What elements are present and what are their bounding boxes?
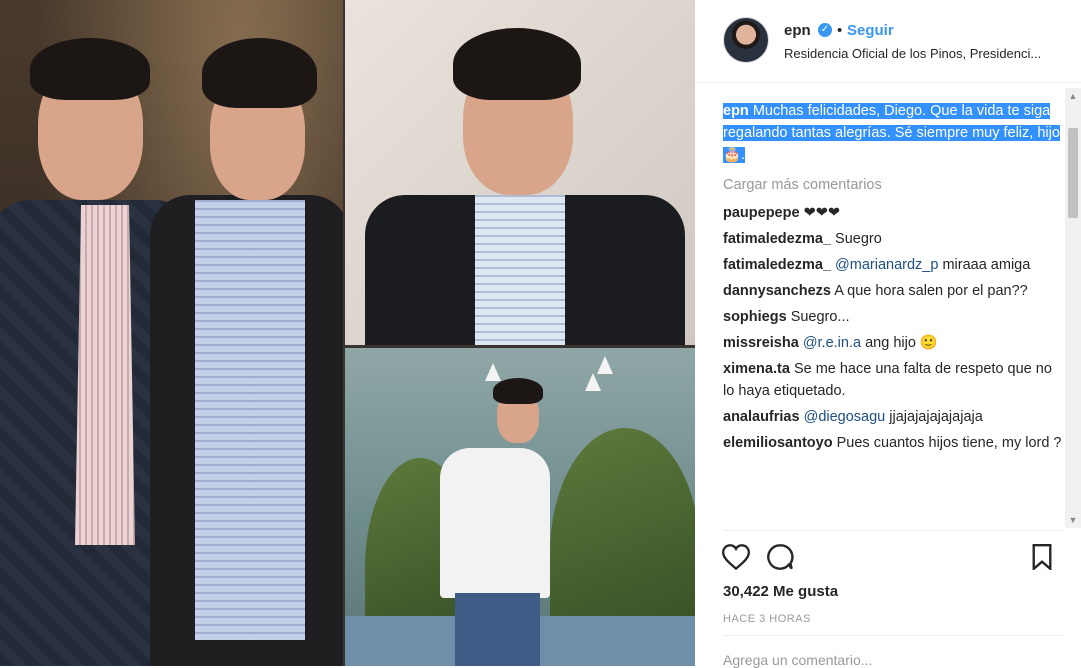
post-image[interactable] xyxy=(0,0,695,666)
comment-item: analaufrias @diegosagu jjajajajajajajaja xyxy=(723,406,1063,428)
post-location[interactable]: Residencia Oficial de los Pinos, Preside… xyxy=(784,46,1059,61)
comment-item: paupepepe ❤❤❤ xyxy=(723,202,1063,224)
separator-dot: • xyxy=(837,22,843,39)
comment-text: ang hijo 🙂 xyxy=(865,335,938,351)
photo-father-and-son xyxy=(0,0,343,666)
comment-username[interactable]: sophiegs xyxy=(723,309,787,325)
comments-scrollbar[interactable]: ▲ ▼ xyxy=(1065,88,1081,528)
comment-text: ❤❤❤ xyxy=(803,205,841,221)
comment-text: Suegro xyxy=(835,231,882,247)
verified-badge-icon: ✓ xyxy=(818,23,832,37)
scroll-down-arrow-icon[interactable]: ▼ xyxy=(1065,512,1081,528)
comment-text: Pues cuantos hijos tiene, my lord ? xyxy=(836,435,1062,451)
post-header: epn ✓ • Seguir Residencia Oficial de los… xyxy=(695,0,1081,83)
scroll-up-arrow-icon[interactable]: ▲ xyxy=(1065,88,1081,104)
comment-username[interactable]: analaufrias xyxy=(723,409,800,425)
photo-portrait xyxy=(345,0,695,345)
comment-username[interactable]: fatimaledezma_ xyxy=(723,257,831,273)
comment-mention[interactable]: @diegosagu xyxy=(804,409,886,425)
comment-item: ximena.ta Se me hace una falta de respet… xyxy=(723,358,1063,402)
person-right xyxy=(150,0,343,666)
comment-item: sophiegs Suegro... xyxy=(723,306,1063,328)
comment-bubble-icon[interactable] xyxy=(765,542,795,572)
like-heart-icon[interactable] xyxy=(721,542,751,572)
likes-count[interactable]: 30,422 Me gusta xyxy=(723,583,838,600)
load-more-comments-button[interactable]: Cargar más comentarios xyxy=(723,174,1063,196)
bookmark-icon[interactable] xyxy=(1027,542,1057,572)
comment-text: A que hora salen por el pan?? xyxy=(834,283,1028,299)
post-caption: epn Muchas felicidades, Diego. Que la vi… xyxy=(723,100,1063,166)
caption-username[interactable]: epn xyxy=(723,103,749,119)
comment-username[interactable]: elemiliosantoyo xyxy=(723,435,833,451)
comment-username[interactable]: dannysanchezs xyxy=(723,283,831,299)
comment-username[interactable]: fatimaledezma_ xyxy=(723,231,831,247)
comment-item: elemiliosantoyo Pues cuantos hijos tiene… xyxy=(723,432,1063,454)
comment-item: dannysanchezs A que hora salen por el pa… xyxy=(723,280,1063,302)
comment-mention[interactable]: @r.e.in.a xyxy=(803,335,861,351)
comment-item: fatimaledezma_ @marianardz_p miraaa amig… xyxy=(723,254,1063,276)
comment-username[interactable]: paupepepe xyxy=(723,205,800,221)
post-username[interactable]: epn xyxy=(784,22,811,39)
divider xyxy=(723,530,1063,531)
comment-username[interactable]: missreisha xyxy=(723,335,799,351)
comment-text: Suegro... xyxy=(790,309,850,325)
post-sidebar: epn ✓ • Seguir Residencia Oficial de los… xyxy=(695,0,1081,668)
caption-text: Muchas felicidades, Diego. Que la vida t… xyxy=(723,103,1060,163)
scrollbar-thumb[interactable] xyxy=(1068,128,1078,218)
post-actions xyxy=(721,542,1061,574)
comment-text: jjajajajajajajaja xyxy=(889,409,983,425)
divider xyxy=(723,635,1063,636)
comment-text: miraaa amiga xyxy=(942,257,1031,273)
comment-item: missreisha @r.e.in.a ang hijo 🙂 xyxy=(723,332,1063,354)
comment-username[interactable]: ximena.ta xyxy=(723,361,790,377)
photo-lake xyxy=(345,348,695,666)
comments-list: epn Muchas felicidades, Diego. Que la vi… xyxy=(723,100,1063,530)
post-timestamp[interactable]: HACE 3 HORAS xyxy=(723,613,811,625)
follow-button[interactable]: Seguir xyxy=(847,22,894,39)
avatar[interactable] xyxy=(723,17,769,63)
comment-item: fatimaledezma_ Suegro xyxy=(723,228,1063,250)
comment-mention[interactable]: @marianardz_p xyxy=(835,257,938,273)
